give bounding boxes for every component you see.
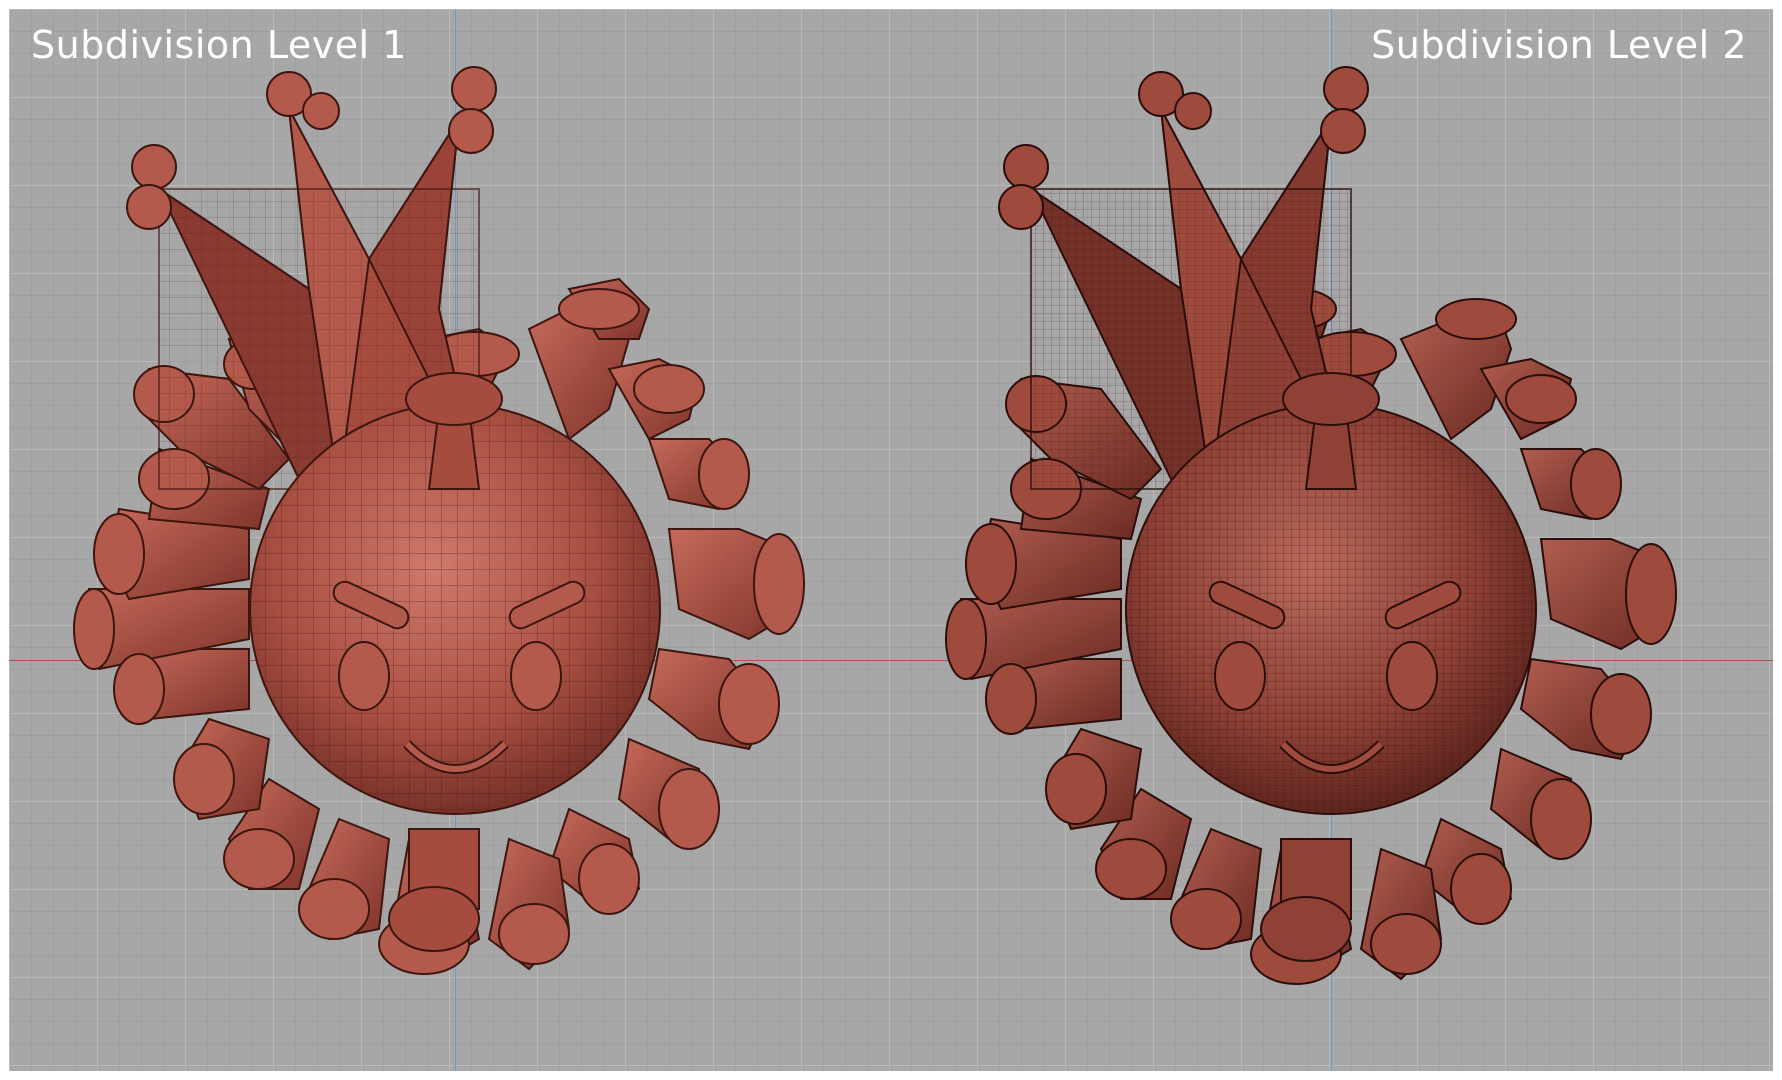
panel-title-level-1: Subdivision Level 1: [31, 23, 407, 67]
viewport-frame: Subdivision Level 1 Subdivision Level 2: [9, 9, 1773, 1071]
viewport-panel-level-1[interactable]: Subdivision Level 1: [9, 9, 891, 1071]
viewport-panel-level-2[interactable]: Subdivision Level 2: [891, 9, 1773, 1071]
panel-title-level-2: Subdivision Level 2: [1371, 23, 1747, 67]
virus-crown-model-level-2[interactable]: [891, 9, 1773, 1071]
virus-crown-model-level-1[interactable]: [9, 9, 891, 1071]
